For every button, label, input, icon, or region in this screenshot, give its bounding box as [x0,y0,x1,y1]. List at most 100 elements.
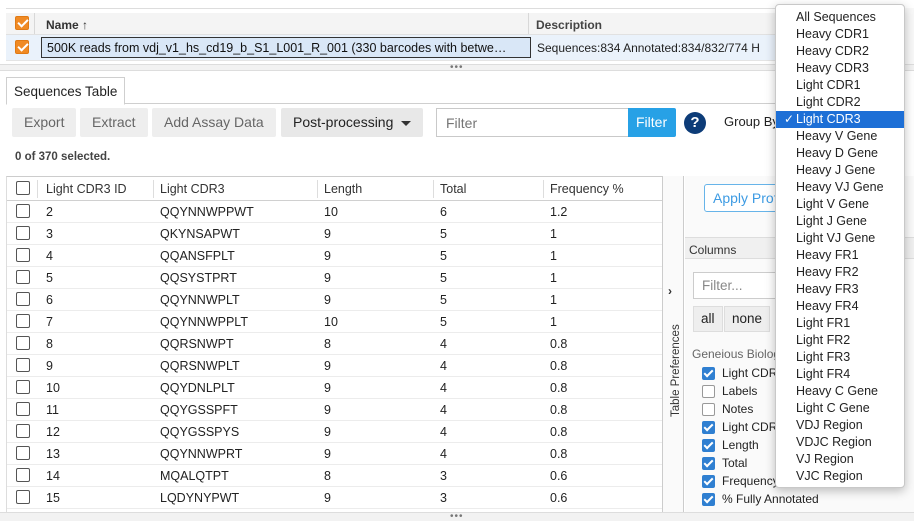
table-row[interactable]: 2 QQYNNWPPWT 10 6 1.2 [7,201,662,223]
group-by-option[interactable]: Light FR1 [776,315,904,332]
table-row[interactable]: 7 QQYNNWPPLT 10 5 1 [7,311,662,333]
column-checkbox[interactable] [702,475,715,488]
group-by-option[interactable]: Heavy CDR3 [776,60,904,77]
group-by-option[interactable]: Heavy V Gene [776,128,904,145]
group-by-option[interactable]: Light FR4 [776,366,904,383]
column-separator [34,13,35,34]
group-by-option[interactable]: Heavy VJ Gene [776,179,904,196]
row-checkbox[interactable] [16,248,30,262]
add-assay-data-button[interactable]: Add Assay Data [152,108,276,137]
group-by-option[interactable]: Light FR3 [776,349,904,366]
group-by-option[interactable]: Heavy J Gene [776,162,904,179]
row-checkbox[interactable] [16,226,30,240]
table-row[interactable]: 5 QQSYSTPRT 9 5 1 [7,267,662,289]
row-checkbox[interactable] [16,402,30,416]
group-by-option[interactable]: Heavy CDR2 [776,43,904,60]
group-by-option[interactable]: Heavy C Gene [776,383,904,400]
table-cell: 4 [440,403,447,417]
column-header-frequency[interactable]: Frequency % [550,182,624,196]
row-checkbox[interactable] [16,446,30,460]
table-row[interactable]: 12 QQYGSSPYS 9 4 0.8 [7,421,662,443]
column-header-total[interactable]: Total [440,182,466,196]
column-checkbox[interactable] [702,403,715,416]
help-icon[interactable]: ? [684,112,706,134]
group-by-option[interactable]: Heavy FR3 [776,281,904,298]
document-row-checkbox[interactable] [15,40,29,54]
column-header-light-cdr3[interactable]: Light CDR3 [160,182,225,196]
group-by-option[interactable]: Heavy FR4 [776,298,904,315]
splitter-grip-icon: ••• [450,62,464,73]
row-checkbox[interactable] [16,292,30,306]
table-row[interactable]: 13 QQYNNWPRT 9 4 0.8 [7,443,662,465]
table-cell: 5 [440,271,447,285]
table-preferences-tab[interactable]: › Table Preferences [662,176,684,514]
table-cell: QQSYSTPRT [160,271,237,285]
row-checkbox[interactable] [16,336,30,350]
select-all-documents-checkbox[interactable] [15,16,29,30]
select-all-rows-checkbox[interactable] [16,181,30,195]
group-by-option[interactable]: All Sequences [776,9,904,26]
description-column-header[interactable]: Description [536,18,602,32]
column-checkbox[interactable] [702,385,715,398]
group-by-option[interactable]: Heavy D Gene [776,145,904,162]
table-row[interactable]: 10 QQYDNLPLT 9 4 0.8 [7,377,662,399]
bottom-splitter[interactable]: ••• [0,512,914,522]
table-row[interactable]: 8 QQRSNWPT 8 4 0.8 [7,333,662,355]
column-header-light-cdr3-id[interactable]: Light CDR3 ID [46,182,127,196]
table-cell: 10 [324,205,338,219]
document-description-cell: Sequences:834 Annotated:834/832/774 H [537,41,760,55]
group-by-option[interactable]: VJ Region [776,451,904,468]
column-checkbox[interactable] [702,493,715,506]
table-row[interactable]: 9 QQRSNWPLT 9 4 0.8 [7,355,662,377]
row-checkbox[interactable] [16,204,30,218]
table-cell: 11 [46,403,59,417]
table-row[interactable]: 3 QKYNSAPWT 9 5 1 [7,223,662,245]
group-by-option[interactable]: Light V Gene [776,196,904,213]
row-checkbox[interactable] [16,314,30,328]
group-by-option-label: Light C Gene [796,401,870,415]
group-by-option[interactable]: Light C Gene [776,400,904,417]
extract-button[interactable]: Extract [80,108,148,137]
row-checkbox[interactable] [16,380,30,394]
group-by-menu-items: All Sequences Heavy CDR1 Heavy CDR2 Heavy C… [776,9,904,485]
group-by-option[interactable]: Light FR2 [776,332,904,349]
export-button[interactable]: Export [12,108,77,137]
group-by-option[interactable]: Heavy FR2 [776,264,904,281]
group-by-option[interactable]: Heavy FR1 [776,247,904,264]
document-name-cell[interactable]: 500K reads from vdj_v1_hs_cd19_b_S1_L001… [41,37,531,58]
group-by-option[interactable]: Heavy CDR1 [776,26,904,43]
name-column-header[interactable]: Name ↑ [46,18,88,32]
row-checkbox[interactable] [16,358,30,372]
table-cell: 8 [324,337,331,351]
group-by-option[interactable]: VDJ Region [776,417,904,434]
filter-button[interactable]: Filter [628,108,676,137]
table-row[interactable]: 11 QQYGSSPFT 9 4 0.8 [7,399,662,421]
column-checkbox[interactable] [702,457,715,470]
row-checkbox[interactable] [16,270,30,284]
table-row[interactable]: 6 QQYNNWPLT 9 5 1 [7,289,662,311]
column-checkbox[interactable] [702,367,715,380]
table-row[interactable]: 4 QQANSFPLT 9 5 1 [7,245,662,267]
row-checkbox[interactable] [16,468,30,482]
post-processing-dropdown[interactable]: Post-processing [281,108,424,137]
group-by-option[interactable]: Light J Gene [776,213,904,230]
filter-input[interactable] [436,108,628,137]
select-no-columns-button[interactable]: none [724,306,771,332]
group-by-option[interactable]: VDJC Region [776,434,904,451]
tab-sequences-table[interactable]: Sequences Table [6,77,126,105]
group-by-option[interactable]: Light CDR2 [776,94,904,111]
table-row[interactable]: 14 MQALQTPT 8 3 0.6 [7,465,662,487]
group-by-label: Group By [724,114,779,129]
group-by-option[interactable]: Light CDR1 [776,77,904,94]
group-by-option[interactable]: VJC Region [776,468,904,485]
row-checkbox[interactable] [16,424,30,438]
group-by-option[interactable]: Light VJ Gene [776,230,904,247]
group-by-option[interactable]: ✓ Light CDR3 [776,111,904,128]
column-checkbox[interactable] [702,421,715,434]
select-all-columns-button[interactable]: all [693,306,723,332]
row-checkbox[interactable] [16,490,30,504]
column-header-length[interactable]: Length [324,182,362,196]
selection-status: 0 of 370 selected. [15,151,111,163]
column-checkbox[interactable] [702,439,715,452]
table-row[interactable]: 15 LQDYNYPWT 9 3 0.6 [7,487,662,509]
